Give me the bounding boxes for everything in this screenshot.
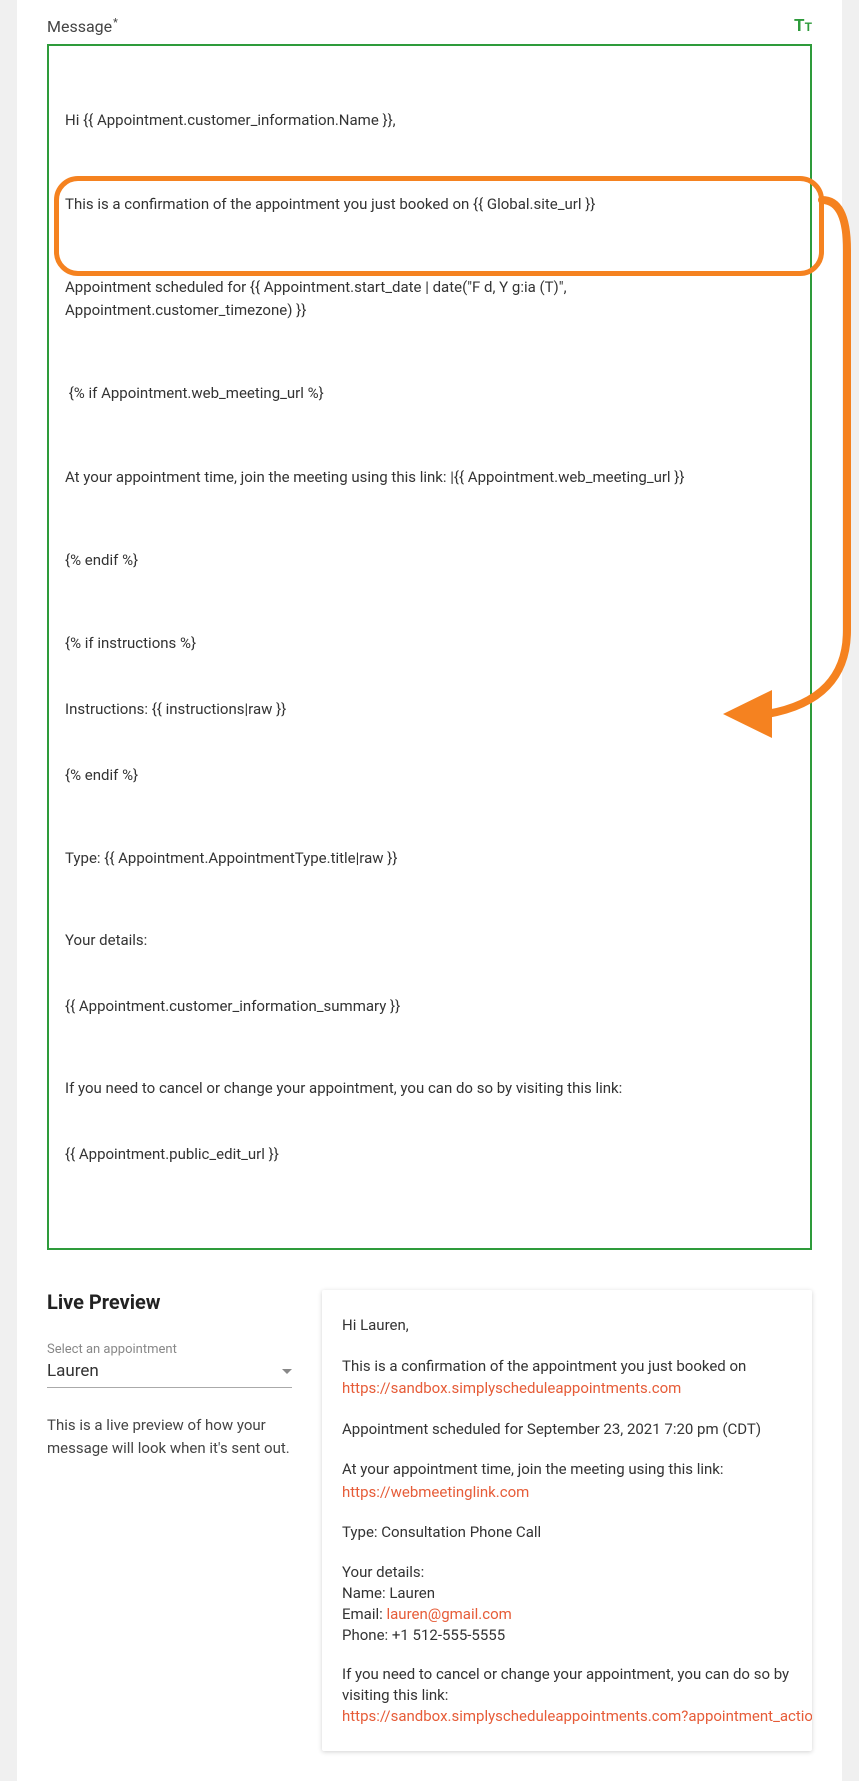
msg-line: Instructions: {{ instructions|raw }}	[65, 699, 794, 720]
preview-confirm: This is a confirmation of the appointmen…	[342, 1355, 792, 1400]
msg-line: {% endif %}	[65, 765, 794, 786]
preview-type: Type: Consultation Phone Call	[342, 1521, 792, 1544]
msg-line: At your appointment time, join the meeti…	[65, 466, 794, 489]
preview-detail-email: Email: lauren@gmail.com	[342, 1604, 792, 1625]
msg-line: This is a confirmation of the appointmen…	[65, 193, 794, 216]
required-asterisk: *	[113, 16, 118, 29]
preview-help-text: This is a live preview of how your messa…	[47, 1414, 292, 1459]
preview-controls: Live Preview Select an appointment Laure…	[47, 1290, 292, 1751]
preview-schedule: Appointment scheduled for September 23, …	[342, 1418, 792, 1441]
msg-line: {{ Appointment.public_edit_url }}	[65, 1144, 794, 1165]
preview-email-link[interactable]: lauren@gmail.com	[387, 1605, 512, 1623]
preview-meeting-link[interactable]: https://webmeetinglink.com	[342, 1483, 529, 1501]
message-textarea[interactable]: Hi {{ Appointment.customer_information.N…	[47, 44, 812, 1250]
preview-edit-link-row: https://sandbox.simplyscheduleappointmen…	[342, 1706, 792, 1727]
msg-line: {{ Appointment.customer_information_summ…	[65, 996, 794, 1017]
select-appointment-label: Select an appointment	[47, 1342, 292, 1357]
label-text: Message	[47, 17, 112, 36]
preview-detail-name: Name: Lauren	[342, 1583, 792, 1604]
preview-join: At your appointment time, join the meeti…	[342, 1458, 792, 1503]
msg-line: {% if Appointment.web_meeting_url %}	[65, 382, 794, 405]
preview-detail-phone: Phone: +1 512-555-5555	[342, 1625, 792, 1646]
preview-edit-link[interactable]: https://sandbox.simplyscheduleappointmen…	[342, 1707, 812, 1725]
live-preview-heading: Live Preview	[47, 1290, 292, 1314]
appointment-select[interactable]: Lauren	[47, 1359, 292, 1388]
msg-line: If you need to cancel or change your app…	[65, 1078, 794, 1099]
chevron-down-icon	[282, 1369, 292, 1374]
msg-line: Hi {{ Appointment.customer_information.N…	[65, 109, 794, 132]
msg-line: {% if instructions %}	[65, 633, 794, 654]
text-format-icon[interactable]: TT	[794, 16, 812, 36]
msg-line: Appointment scheduled for {{ Appointment…	[65, 276, 794, 321]
preview-details-header: Your details:	[342, 1562, 792, 1583]
preview-site-link[interactable]: https://sandbox.simplyscheduleappointmen…	[342, 1379, 681, 1397]
msg-line: {% endif %}	[65, 549, 794, 572]
msg-line: Type: {{ Appointment.AppointmentType.tit…	[65, 847, 794, 870]
msg-line: Your details:	[65, 930, 794, 951]
preview-cancel-text: If you need to cancel or change your app…	[342, 1664, 792, 1706]
message-label: Message*	[47, 17, 117, 36]
lower-section: Live Preview Select an appointment Laure…	[47, 1290, 812, 1751]
select-value: Lauren	[47, 1361, 99, 1381]
page-container: Message* TT Hi {{ Appointment.customer_i…	[17, 0, 842, 1781]
preview-greeting: Hi Lauren,	[342, 1314, 792, 1337]
live-preview-card: Hi Lauren, This is a confirmation of the…	[322, 1290, 812, 1751]
message-field-header: Message* TT	[47, 16, 812, 36]
